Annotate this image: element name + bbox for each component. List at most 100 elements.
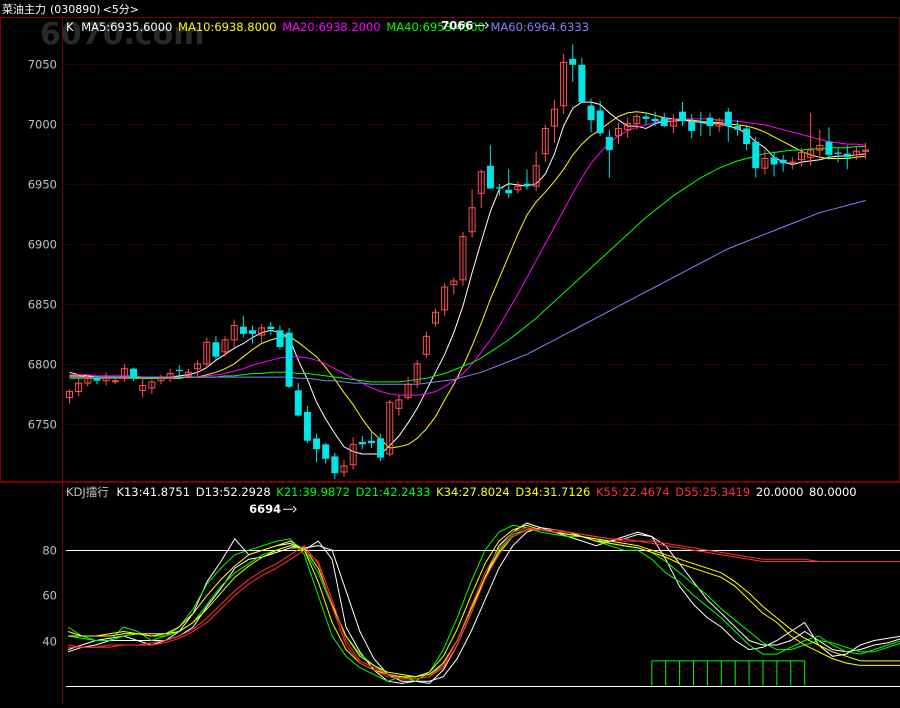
candle: [102, 372, 110, 386]
candle: [486, 145, 494, 189]
ma-line-ma10: [69, 111, 866, 449]
candle: [468, 189, 476, 238]
price-tick-label: 7000: [28, 118, 57, 132]
legend-ma60: MA60:6964.6333: [491, 20, 590, 34]
candle-body: [834, 152, 842, 154]
legend-d34: D34:31.7126: [515, 485, 590, 499]
price-tick-label: 6750: [28, 418, 57, 432]
candle: [679, 102, 687, 127]
legend-ma20: MA20:6938.2000: [282, 20, 381, 34]
candle-body: [660, 117, 668, 127]
candle: [267, 321, 275, 336]
candle: [459, 231, 467, 286]
candle: [212, 336, 220, 361]
price-tick-label: 7050: [28, 58, 57, 72]
candle-body: [578, 64, 586, 103]
candle: [615, 122, 622, 145]
svg-text:菜油主力(030890)<5分>: 菜油主力 (030890) <5分>: [2, 2, 139, 16]
candle: [514, 181, 522, 194]
candle: [322, 443, 330, 464]
candle-body: [267, 326, 275, 330]
candle: [550, 99, 558, 143]
candle: [203, 337, 211, 369]
candle-body: [706, 117, 714, 127]
chart-window[interactable]: 菜油主力 (030890) <5分> 6070.com K MA5:6935.600…: [0, 0, 900, 704]
candle-body: [679, 111, 687, 122]
price-panel[interactable]: 7050 7000 6950 6900 6850 6800 6750 7066 6694: [28, 18, 900, 516]
price-extreme-arrowhead: [292, 505, 297, 513]
price-tick-label: 6850: [28, 298, 57, 312]
candle-body: [313, 438, 321, 450]
candle: [340, 459, 348, 477]
kline-chart[interactable]: 菜油主力 (030890) <5分> 6070.com K MA5:6935.600…: [0, 0, 900, 704]
candle: [788, 157, 796, 170]
candle-body: [587, 105, 595, 121]
candle: [843, 145, 851, 170]
legend-kdj: KDJ擂行: [66, 485, 109, 499]
candle: [249, 325, 256, 344]
candle-body: [285, 332, 293, 387]
candle: [450, 277, 458, 295]
candle: [834, 147, 842, 163]
candle: [139, 378, 147, 398]
candle: [569, 44, 577, 82]
candle: [807, 112, 815, 166]
candle: [541, 124, 549, 163]
candle: [724, 108, 732, 142]
candle-body: [486, 165, 494, 189]
candle-body: [843, 153, 851, 158]
candle: [743, 124, 751, 151]
candle-body: [212, 342, 220, 357]
candle: [313, 433, 321, 463]
period-label: <5分>: [103, 3, 139, 16]
candle: [120, 363, 128, 382]
candle: [633, 114, 641, 130]
ma-line-ma20: [69, 118, 866, 396]
candle-body: [367, 440, 375, 444]
candle-body: [249, 330, 256, 334]
candle-body: [825, 141, 833, 155]
candle: [432, 308, 439, 327]
candle: [294, 383, 302, 417]
legend-d55: D55:25.3419: [675, 485, 750, 499]
candle: [66, 389, 73, 404]
price-panel-frame: [0, 17, 900, 482]
candle: [477, 169, 485, 208]
candle-body: [569, 58, 577, 65]
legend-k21: K21:39.9872: [276, 485, 350, 499]
candle-body: [596, 110, 604, 134]
kdj-panel[interactable]: 80 60 40: [42, 522, 900, 687]
price-tick-label: 6950: [28, 178, 57, 192]
candle: [706, 112, 714, 136]
candle: [395, 395, 403, 416]
candle-body: [111, 380, 119, 383]
ma-legend: K MA5:6935.6000 MA10:6938.8000 MA20:6938…: [66, 20, 589, 34]
legend-d21: D21:42.2433: [356, 485, 431, 499]
legend-k34: K34:27.8024: [436, 485, 510, 499]
candle-body: [331, 456, 339, 474]
candle-body: [733, 126, 741, 130]
legend-k55: K55:22.4674: [596, 485, 670, 499]
candle: [422, 331, 430, 358]
candle-body: [743, 128, 751, 145]
legend-level-80: 80.0000: [809, 485, 857, 499]
candle-body: [642, 116, 650, 119]
candle-body: [496, 187, 504, 189]
price-tick-label: 6900: [28, 238, 57, 252]
candle: [642, 112, 650, 125]
candle: [779, 154, 787, 172]
ma-line-ma40: [69, 146, 866, 383]
legend-ma5: MA5:6935.6000: [81, 20, 172, 34]
candle: [825, 127, 833, 160]
legend-level-20: 20.0000: [756, 485, 804, 499]
candle-body: [294, 390, 302, 416]
candle: [560, 54, 568, 115]
kdj-tick-label: 80: [42, 544, 57, 558]
candle: [660, 112, 668, 128]
candle: [816, 129, 824, 159]
candle: [367, 432, 375, 448]
candle: [697, 111, 705, 136]
kdj-tick-label: 60: [42, 589, 57, 603]
candle: [285, 327, 293, 388]
candle-body: [752, 141, 760, 169]
